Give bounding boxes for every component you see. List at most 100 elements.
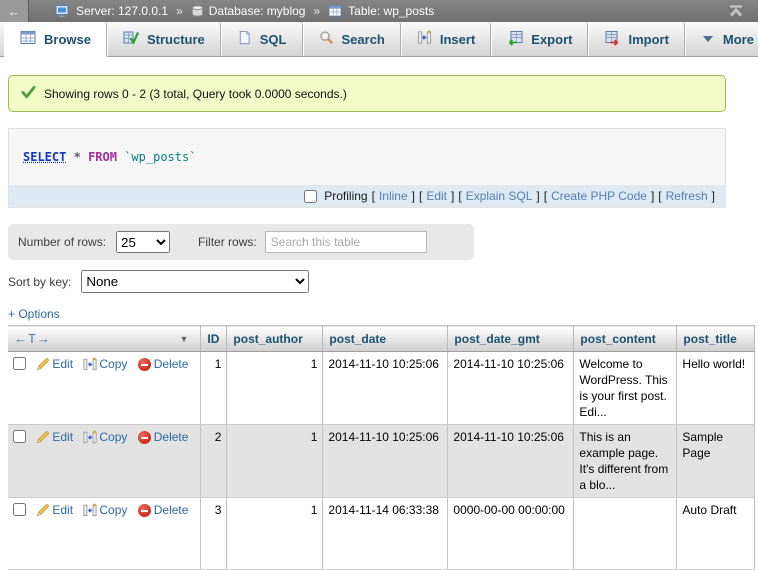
number-of-rows-label: Number of rows: [18,235,106,249]
column-header-post-title[interactable]: post_title [677,326,755,352]
cell-post-date: 2014-11-10 10:25:06 [323,425,448,498]
edit-link[interactable]: Edit [52,503,73,517]
tab-export[interactable]: Export [491,22,588,56]
tab-browse[interactable]: Browse [4,22,107,57]
tab-insert[interactable]: Insert [401,22,491,56]
server-icon [55,4,71,19]
copy-link[interactable]: Copy [99,503,127,517]
delete-icon [138,504,151,517]
delete-link[interactable]: Delete [154,503,189,517]
cell-post-title: Sample Page [677,425,755,498]
sql-icon [237,30,252,48]
tab-search[interactable]: Search [303,22,401,56]
sort-row: Sort by key: None [8,270,758,293]
collapse-top-icon[interactable] [728,4,744,18]
bracket: [ [458,189,461,203]
move-left-icon[interactable]: ← [14,331,28,346]
chevron-down-icon [701,32,715,47]
column-handle-icon[interactable]: T [28,331,37,346]
bracket: ] [412,189,415,203]
edit-link[interactable]: Edit [52,430,73,444]
table-body: Edit Copy Delete 1 1 2014-11-10 10:25:06… [8,352,755,570]
breadcrumb-server[interactable]: Server: 127.0.0.1 [76,4,168,18]
success-check-icon [21,85,36,102]
bracket: ] [712,189,715,203]
copy-icon [83,503,97,521]
filter-rows-label: Filter rows: [198,235,257,249]
row-checkbox[interactable] [13,503,26,516]
tab-label: Search [342,32,385,47]
sort-by-key-select[interactable]: None [81,270,309,293]
profiling-label: Profiling [324,189,367,203]
copy-link[interactable]: Copy [99,430,127,444]
breadcrumb-database[interactable]: Database: myblog [209,4,306,18]
sql-table-identifier: `wp_posts` [124,150,196,164]
import-icon [604,30,620,49]
cell-post-date-gmt: 2014-11-10 10:25:06 [448,425,574,498]
tab-label: SQL [260,32,287,47]
breadcrumb-table[interactable]: Table: wp_posts [348,4,434,18]
breadcrumb-separator: » [176,4,183,18]
tab-import[interactable]: Import [588,22,684,56]
inline-link[interactable]: Inline [379,189,408,203]
sql-query-box: SELECT * FROM `wp_posts` Profiling [ Inl… [8,128,726,208]
database-icon [191,4,204,18]
column-options-header[interactable]: ←T→ ▼ [8,326,201,352]
cell-id: 3 [201,498,227,570]
row-checkbox[interactable] [13,430,26,443]
tab-structure[interactable]: Structure [107,22,221,56]
options-toggle[interactable]: + Options [8,307,60,321]
explain-sql-link[interactable]: Explain SQL [466,189,533,203]
cell-post-date: 2014-11-10 10:25:06 [323,352,448,425]
copy-icon [83,430,97,448]
tab-sql[interactable]: SQL [221,22,303,56]
tab-label: Browse [44,32,91,47]
cell-post-author: 1 [227,425,323,498]
column-header-post-author[interactable]: post_author [227,326,323,352]
sql-star: * [74,150,81,164]
edit-pencil-icon [36,430,50,448]
sql-query-text: SELECT * FROM `wp_posts` [9,129,725,185]
tab-more[interactable]: More [685,22,758,56]
cell-post-content [574,498,677,570]
column-header-post-content[interactable]: post_content [574,326,677,352]
column-header-id[interactable]: ID [201,326,227,352]
row-actions-cell: Edit Copy Delete [8,498,201,570]
profiling-checkbox[interactable] [304,190,317,203]
move-right-icon[interactable]: → [37,331,51,346]
column-header-post-date-gmt[interactable]: post_date_gmt [448,326,574,352]
cell-id: 2 [201,425,227,498]
bracket: ] [451,189,454,203]
edit-pencil-icon [36,357,50,375]
tab-label: Insert [440,32,475,47]
refresh-link[interactable]: Refresh [666,189,708,203]
delete-link[interactable]: Delete [154,430,189,444]
table-header-row: ←T→ ▼ ID post_author post_date post_date… [8,326,755,352]
bracket: ] [651,189,654,203]
row-checkbox[interactable] [13,357,26,370]
delete-link[interactable]: Delete [154,357,189,371]
row-actions-cell: Edit Copy Delete [8,425,201,498]
cell-post-date-gmt: 2014-11-10 10:25:06 [448,352,574,425]
bracket: [ [372,189,375,203]
bracket: [ [658,189,661,203]
copy-icon [83,357,97,375]
bracket: [ [419,189,422,203]
back-arrow-icon: ← [8,4,21,19]
number-of-rows-select[interactable]: 25 [116,231,170,253]
filter-rows-input[interactable] [265,231,427,253]
row-actions-cell: Edit Copy Delete [8,352,201,425]
tab-label: Import [628,32,668,47]
create-php-code-link[interactable]: Create PHP Code [551,189,647,203]
copy-link[interactable]: Copy [99,357,127,371]
cell-post-content: Welcome to WordPress. This is your first… [574,352,677,425]
cell-post-author: 1 [227,352,323,425]
column-header-post-date[interactable]: post_date [323,326,448,352]
edit-link[interactable]: Edit [52,357,73,371]
edit-query-link[interactable]: Edit [426,189,447,203]
search-icon [319,30,334,48]
sort-triangle-icon[interactable]: ▼ [180,334,189,344]
row-controls: Number of rows: 25 Filter rows: [8,224,474,260]
back-button[interactable]: ← [0,0,29,22]
tab-label: More [723,32,754,47]
